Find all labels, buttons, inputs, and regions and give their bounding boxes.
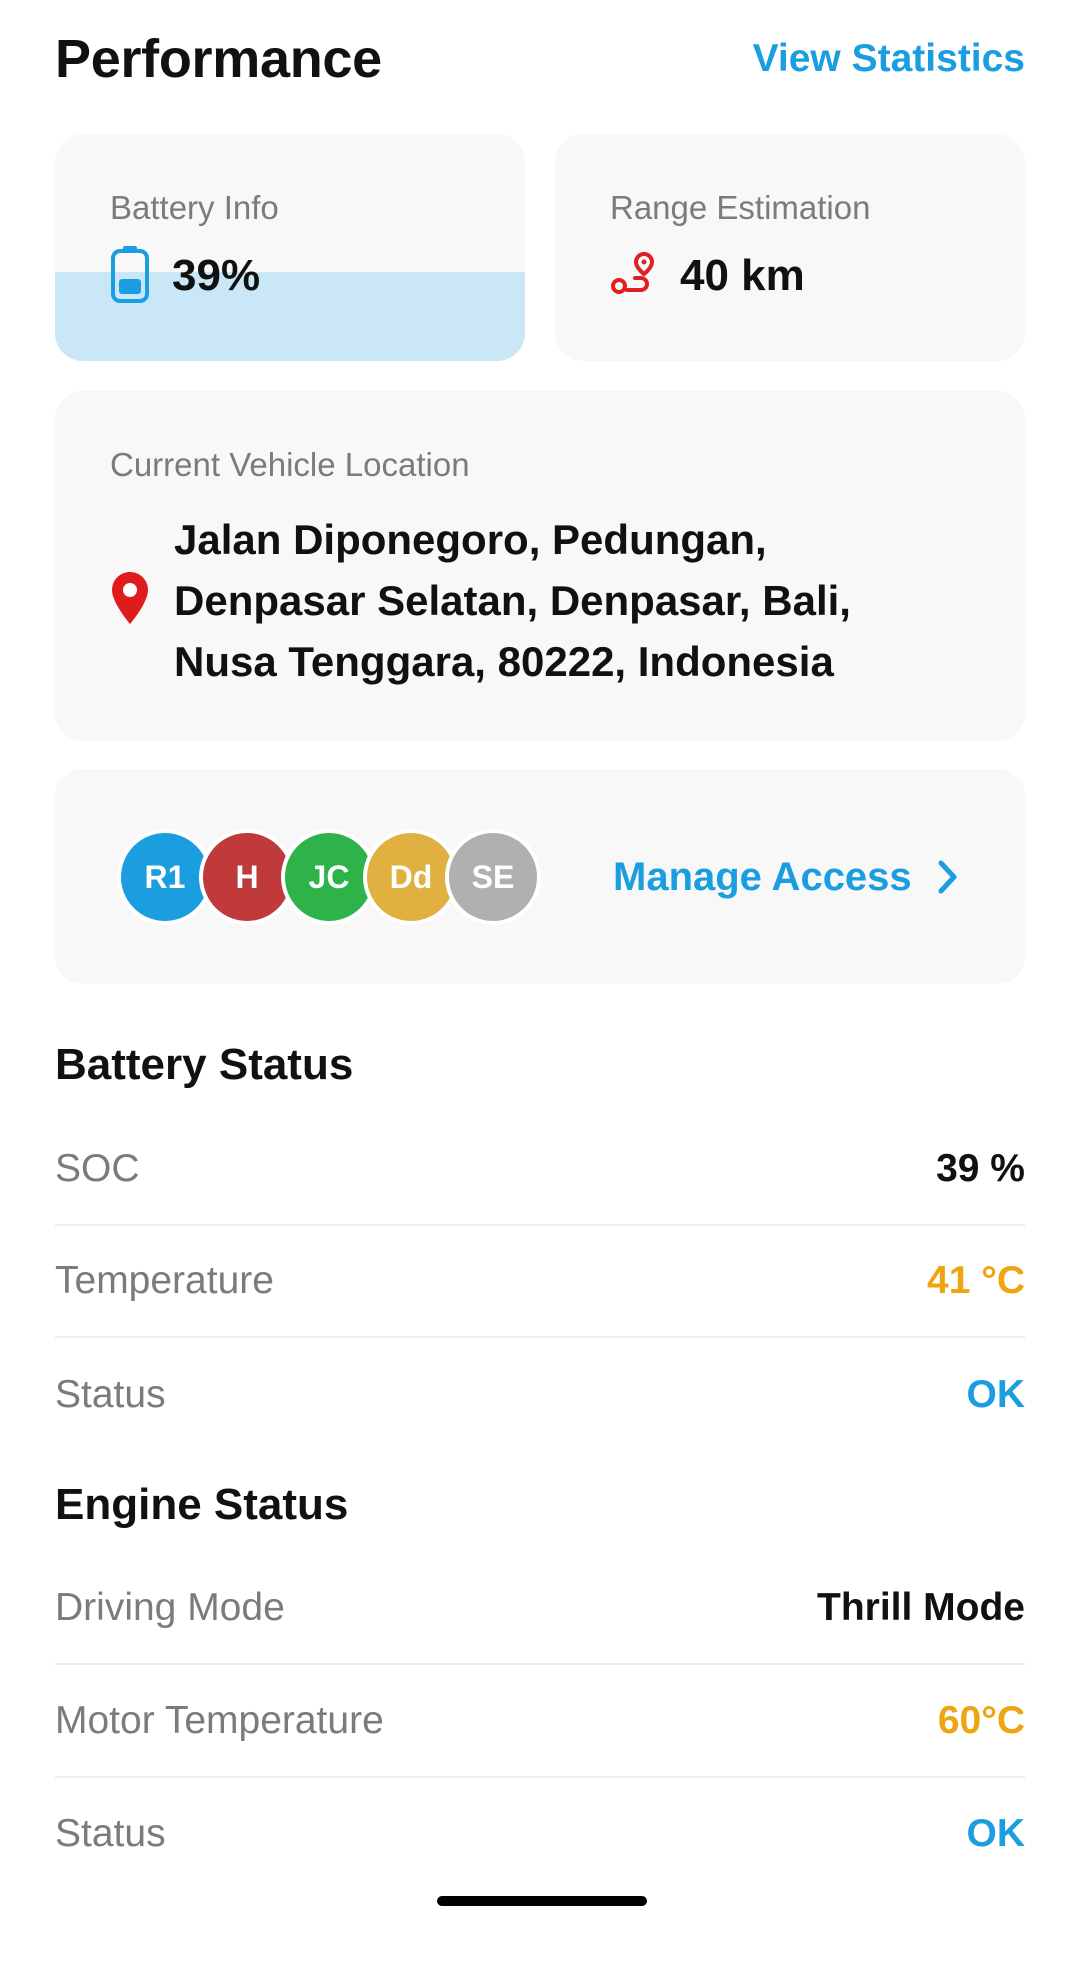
row-label: SOC <box>55 1147 140 1190</box>
row-label: Temperature <box>55 1259 274 1302</box>
row-value: 41 °C <box>927 1259 1025 1302</box>
battery-status-title: Battery Status <box>55 1040 354 1089</box>
row-value: 60°C <box>937 1699 1025 1742</box>
battery-icon <box>110 245 150 308</box>
manage-access-button[interactable]: Manage Access <box>613 843 960 911</box>
range-estimation-card[interactable]: Range Estimation 40 km <box>555 134 1025 361</box>
row-value: OK <box>966 1812 1026 1855</box>
vehicle-address: Jalan Diponegoro, Pedungan, Denpasar Sel… <box>174 516 851 685</box>
location-body: Jalan Diponegoro, Pedungan, Denpasar Sel… <box>110 509 934 692</box>
page-title: Performance <box>55 29 382 89</box>
motor-temperature-row: Motor Temperature 60°C <box>55 1666 1025 1778</box>
row-value: OK <box>966 1373 1026 1416</box>
vehicle-location-label: Current Vehicle Location <box>110 446 470 483</box>
header: Performance View Statistics <box>55 26 1025 92</box>
engine-status-row: Status OK <box>55 1778 1025 1890</box>
range-metric: 40 km <box>610 246 805 306</box>
vehicle-location-card[interactable]: Current Vehicle Location Jalan Diponegor… <box>55 391 1025 741</box>
row-label: Motor Temperature <box>55 1699 384 1742</box>
range-value: 40 km <box>680 251 805 300</box>
chevron-right-icon <box>936 859 960 895</box>
range-estimation-label: Range Estimation <box>610 189 871 226</box>
driving-mode-row: Driving Mode Thrill Mode <box>55 1553 1025 1665</box>
battery-info-label: Battery Info <box>110 189 279 226</box>
avatar-group[interactable]: R1 H JC Dd SE <box>117 829 541 925</box>
row-label: Status <box>55 1373 166 1416</box>
map-pin-icon <box>110 570 150 631</box>
battery-status-row: Status OK <box>55 1339 1025 1451</box>
route-icon <box>610 250 658 303</box>
row-label: Driving Mode <box>55 1586 285 1629</box>
battery-metric: 39% <box>110 245 261 308</box>
row-value: 39 % <box>936 1147 1025 1190</box>
row-label: Status <box>55 1812 166 1855</box>
battery-temperature-row: Temperature 41 °C <box>55 1226 1025 1338</box>
shared-access-card: R1 H JC Dd SE Manage Access <box>55 769 1025 984</box>
battery-info-card[interactable]: Battery Info 39% <box>55 134 525 361</box>
battery-percentage: 39% <box>172 251 261 300</box>
home-indicator[interactable] <box>437 1896 647 1906</box>
avatar[interactable]: SE <box>445 829 541 925</box>
row-value: Thrill Mode <box>817 1586 1025 1629</box>
view-statistics-link[interactable]: View Statistics <box>753 37 1025 81</box>
engine-status-title: Engine Status <box>55 1480 349 1529</box>
battery-soc-row: SOC 39 % <box>55 1114 1025 1226</box>
manage-access-label: Manage Access <box>613 854 912 899</box>
